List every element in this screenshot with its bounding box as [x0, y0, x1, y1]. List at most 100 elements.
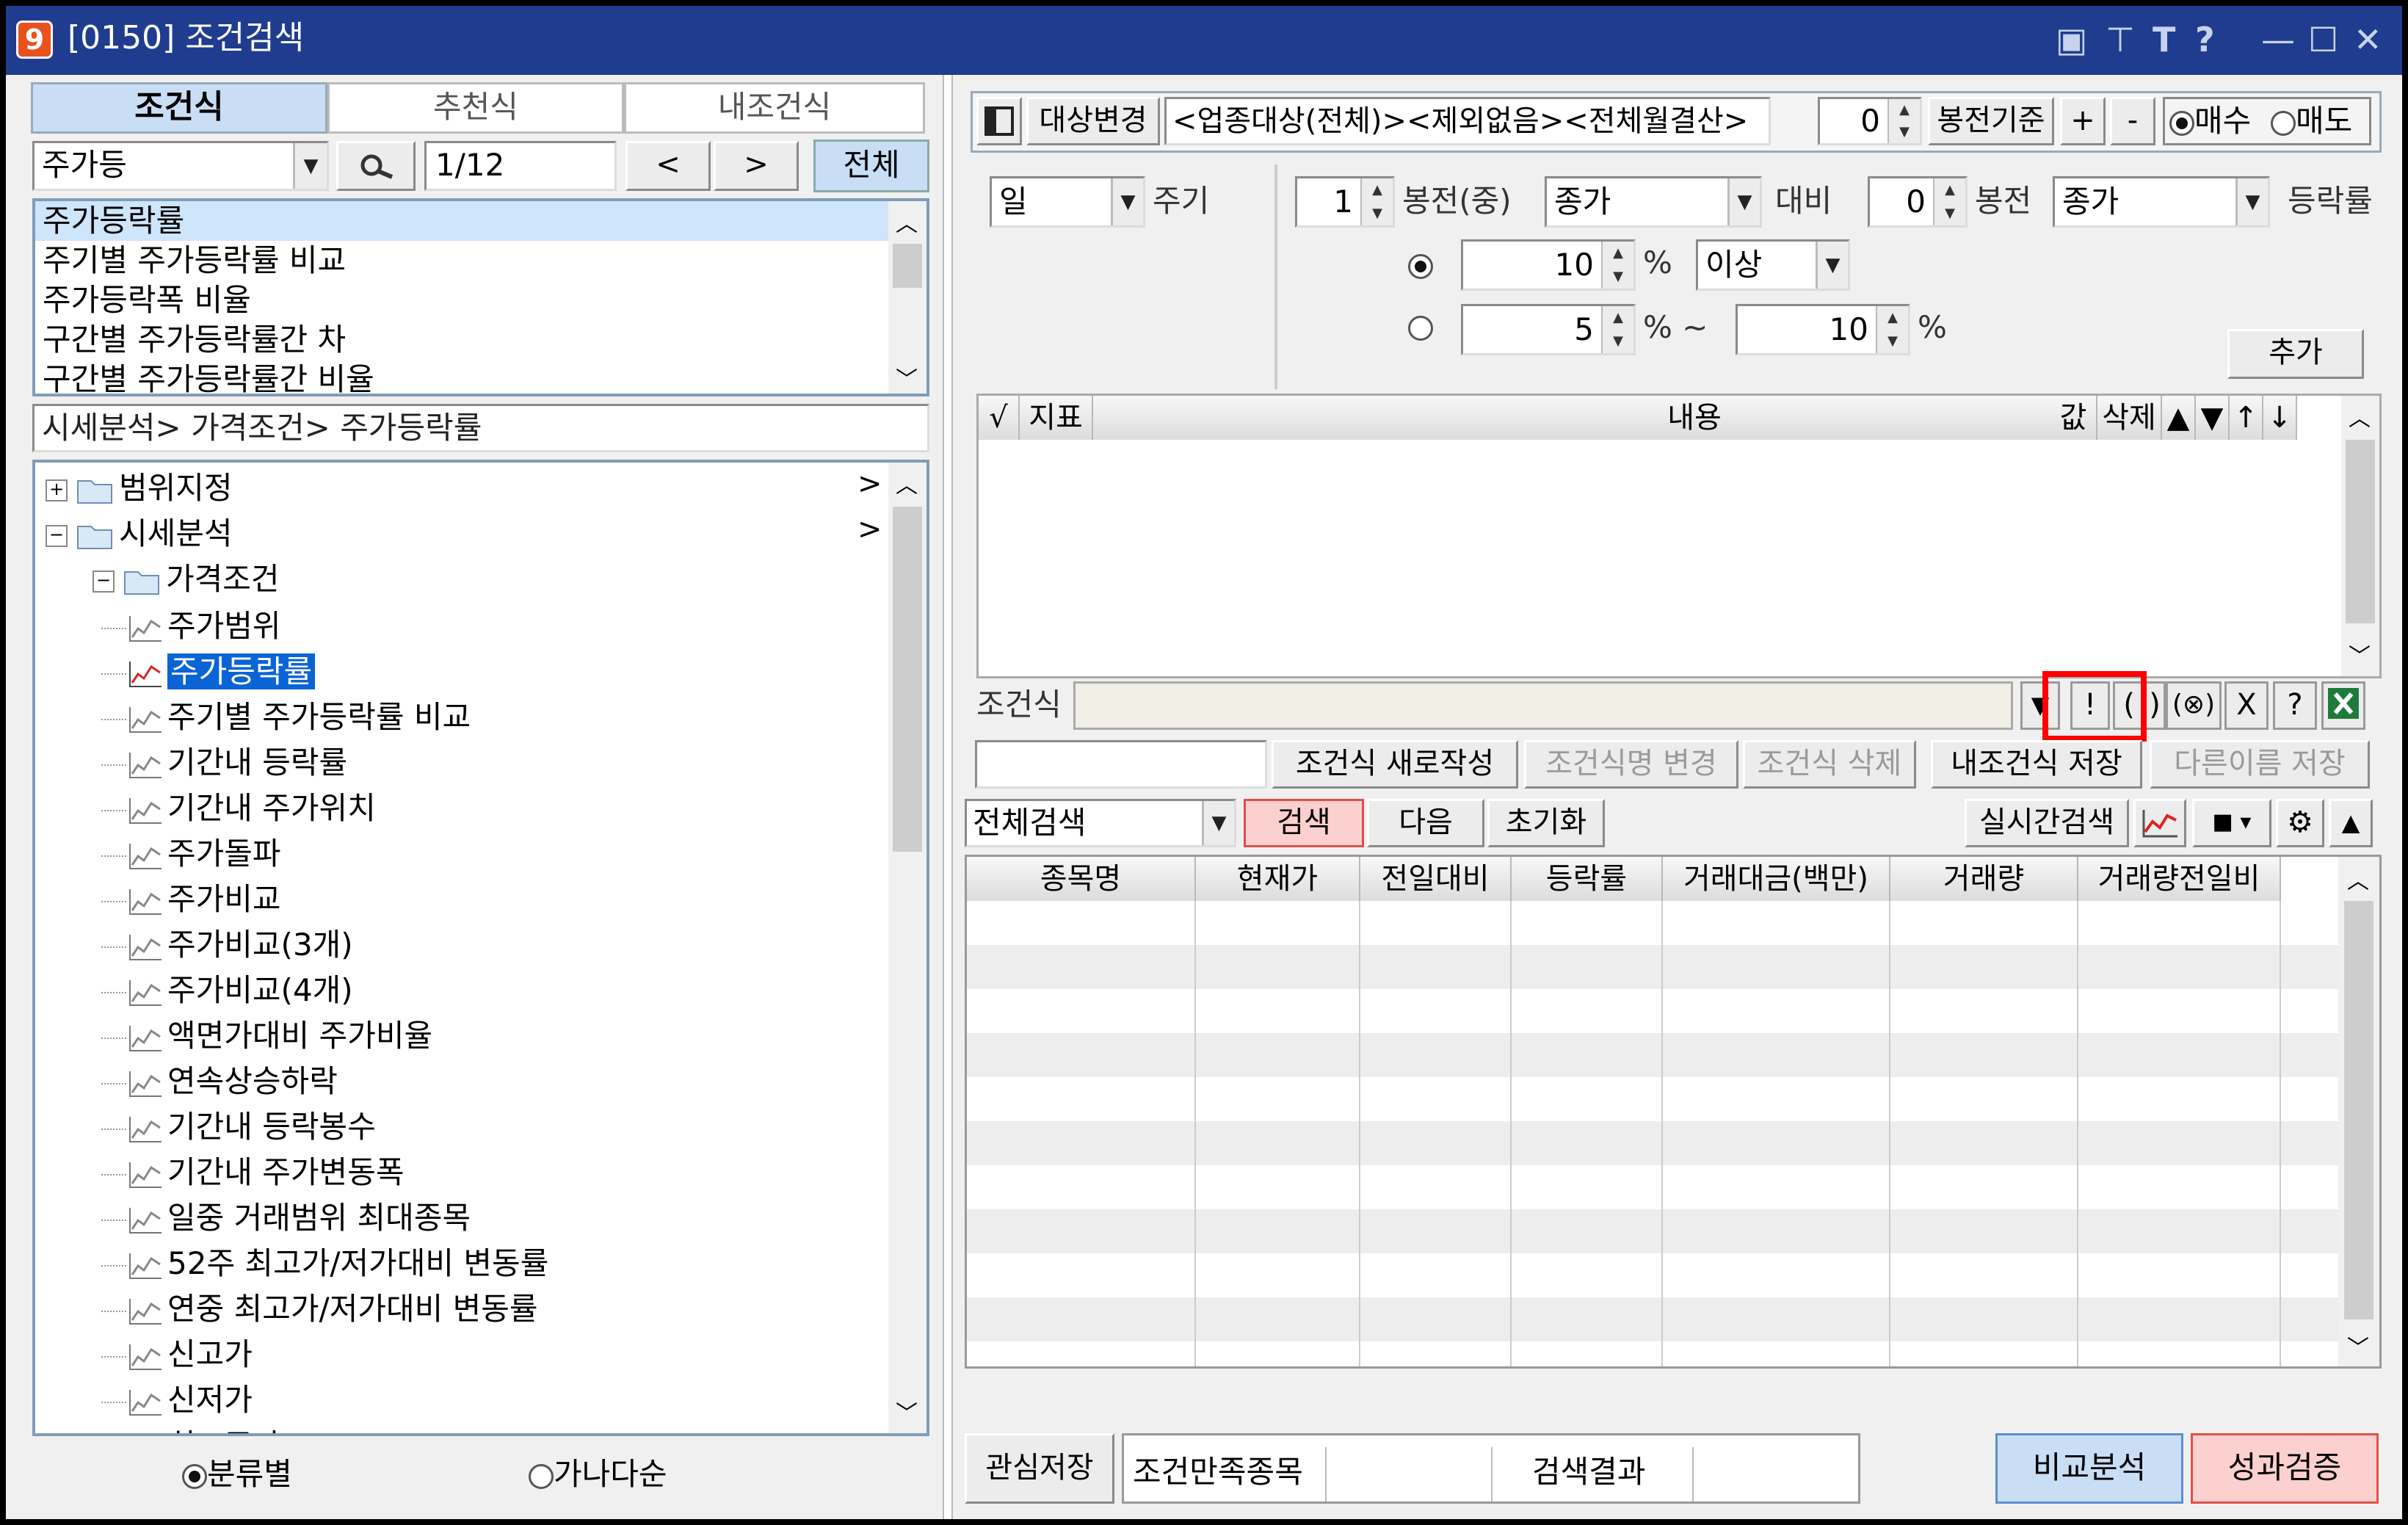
table-row[interactable] — [967, 1077, 2343, 1121]
scrollbar[interactable]: ︿ ﹀ — [888, 463, 926, 1433]
value-stepper-3[interactable]: 10 ▲ ▼ — [1736, 304, 1910, 355]
reset-button[interactable]: 초기화 — [1487, 799, 1605, 847]
clear-button[interactable]: X — [2224, 681, 2269, 730]
spinner-icon[interactable]: ▲ ▼ — [1933, 178, 1965, 225]
radio-selected-icon[interactable] — [1408, 254, 1433, 279]
tree-leaf[interactable]: 기간내 주가변동폭 — [101, 1150, 404, 1195]
tree-leaf[interactable]: 기간내 등락률 — [101, 740, 347, 786]
table-row[interactable] — [967, 1253, 2343, 1297]
scrollbar[interactable]: ︿ ﹀ — [2338, 857, 2379, 1366]
tree-leaf[interactable]: 주가등락률 — [101, 649, 316, 695]
tab-my-conditions[interactable]: 내조건식 — [624, 82, 925, 134]
bar-count-stepper[interactable]: 1 ▲ ▼ — [1295, 176, 1395, 228]
collapse-icon[interactable]: − — [46, 524, 68, 547]
chevron-down-icon[interactable]: ﹀ — [2349, 638, 2371, 670]
scrollbar-thumb[interactable] — [893, 507, 922, 852]
chevron-down-icon[interactable]: ▼ — [293, 143, 327, 189]
tree-leaf[interactable]: 주기별 주가등락률 비교 — [101, 695, 471, 740]
period-select[interactable]: 일 ▼ — [990, 176, 1145, 228]
move-up-icon[interactable]: ↑ — [2230, 396, 2263, 440]
tree-leaf[interactable]: 일중 거래범위 최대종목 — [101, 1195, 471, 1241]
next-page-button[interactable]: 다음 — [1367, 799, 1484, 847]
radio-icon[interactable] — [529, 1463, 554, 1489]
chevron-up-icon[interactable]: ︿ — [896, 206, 918, 238]
table-row[interactable] — [967, 1165, 2343, 1209]
move-down-icon[interactable]: ↓ — [2263, 396, 2297, 440]
table-row[interactable] — [967, 1033, 2343, 1077]
tree-leaf[interactable]: 신고가 — [101, 1332, 253, 1377]
radio-icon[interactable] — [2271, 110, 2296, 136]
search-mode-select[interactable]: 전체검색 ▼ — [965, 799, 1236, 847]
table-row[interactable] — [967, 901, 2343, 945]
help-button[interactable]: ? — [2273, 681, 2317, 730]
spinner-icon[interactable]: ▲ ▼ — [1360, 178, 1393, 225]
tree-leaf[interactable]: 최고주가 — [101, 1423, 281, 1433]
chevron-right-icon[interactable]: > — [857, 467, 882, 501]
bar-offset-stepper-2[interactable]: 0 ▲ ▼ — [1868, 176, 1968, 228]
tree-node-market[interactable]: − 시세분석 — [46, 511, 233, 557]
chart-button[interactable] — [2133, 799, 2186, 847]
delete-condition-button[interactable]: 조건식 삭제 — [1743, 740, 1916, 789]
option-above[interactable] — [1408, 254, 1433, 279]
list-item[interactable]: 주가등락폭 비율 — [35, 280, 251, 320]
table-row[interactable] — [967, 1209, 2343, 1253]
chevron-down-icon[interactable]: ▼ — [1727, 178, 1760, 225]
tree-leaf[interactable]: 주가돌파 — [101, 831, 281, 877]
save-watchlist-button[interactable]: 관심저장 — [965, 1433, 1114, 1504]
search-run-button[interactable]: 검색 — [1244, 799, 1364, 847]
stop-button[interactable]: ■ ▾ — [2192, 799, 2271, 847]
tree-node-price[interactable]: − 가격조건 — [93, 557, 280, 602]
col-header-amount[interactable]: 거래대금(백만) — [1663, 857, 1890, 901]
col-header-price[interactable]: 현재가 — [1196, 857, 1360, 901]
chevron-up-icon[interactable]: ︿ — [2349, 400, 2371, 432]
pin-icon[interactable]: ⊤ — [2106, 18, 2135, 62]
rename-condition-button[interactable]: 조건식명 변경 — [1524, 740, 1738, 789]
prev-button[interactable]: < — [625, 141, 711, 191]
add-button[interactable]: 추가 — [2227, 329, 2364, 379]
chevron-up-icon[interactable]: ︿ — [896, 467, 918, 499]
minimize-icon[interactable]: — — [2261, 18, 2295, 62]
col-header-volume[interactable]: 거래량 — [1890, 857, 2078, 901]
list-item[interactable]: 구간별 주가등락률간 차 — [35, 320, 346, 360]
tree-node-range[interactable]: + 범위지정 — [46, 466, 233, 511]
spinner-icon[interactable]: ▲ ▼ — [1601, 242, 1633, 289]
chevron-down-icon[interactable]: ▼ — [1202, 801, 1234, 845]
tree-leaf[interactable]: 주가비교 — [101, 877, 281, 922]
scrollbar-thumb[interactable] — [2346, 440, 2375, 623]
minus-button[interactable]: - — [2110, 97, 2155, 145]
table-row[interactable] — [967, 945, 2343, 989]
expand-icon[interactable]: + — [46, 479, 68, 501]
tab-conditions[interactable]: 조건식 — [31, 82, 327, 134]
buy-option[interactable]: 매수 — [2169, 101, 2251, 142]
price-type-select-2[interactable]: 종가 ▼ — [2053, 176, 2270, 228]
splitter[interactable] — [943, 75, 953, 1519]
tree-leaf[interactable]: 신저가 — [101, 1377, 253, 1423]
radio-selected-icon[interactable] — [182, 1463, 207, 1489]
tree-leaf[interactable]: 주가비교(3개) — [101, 922, 353, 968]
expression-input[interactable] — [1073, 681, 2013, 730]
chevron-down-icon[interactable]: ▼ — [1111, 178, 1143, 225]
price-type-select-1[interactable]: 종가 ▼ — [1545, 176, 1762, 228]
save-as-button[interactable]: 다른이름 저장 — [2150, 740, 2370, 789]
bar-basis-button[interactable]: 봉전기준 — [1928, 97, 2054, 145]
value-stepper-2[interactable]: 5 ▲ ▼ — [1461, 304, 1636, 355]
chevron-down-icon[interactable]: ﹀ — [896, 361, 918, 394]
close-icon[interactable]: ✕ — [2354, 18, 2382, 62]
col-header-volume-ratio[interactable]: 거래량전일비 — [2078, 857, 2281, 901]
tree-leaf[interactable]: 52주 최고가/저가대비 변동률 — [101, 1241, 548, 1286]
tree-leaf[interactable]: 주가비교(4개) — [101, 968, 353, 1013]
col-header-rate[interactable]: 등락률 — [1512, 857, 1663, 901]
spinner-icon[interactable]: ▲ ▼ — [1887, 99, 1920, 143]
tree-leaf[interactable]: 액면가대비 주가비율 — [101, 1013, 432, 1059]
col-header-name[interactable]: 종목명 — [967, 857, 1196, 901]
sort-by-category[interactable]: 분류별 — [182, 1454, 292, 1495]
collapse-panel-icon[interactable]: ▲ — [2329, 799, 2373, 847]
col-header-change[interactable]: 전일대비 — [1360, 857, 1512, 901]
list-item[interactable]: 주가등락률 — [35, 201, 890, 241]
bar-offset-stepper[interactable]: 0 ▲ ▼ — [1818, 97, 1922, 145]
tree-leaf[interactable]: 연중 최고가/저가대비 변동률 — [101, 1286, 538, 1332]
spinner-icon[interactable]: ▲ ▼ — [1876, 306, 1908, 353]
scrollbar[interactable]: ︿ ﹀ — [888, 201, 926, 394]
list-item[interactable]: 주기별 주가등락률 비교 — [35, 241, 346, 280]
tree-leaf[interactable]: 주가범위 — [101, 604, 281, 649]
